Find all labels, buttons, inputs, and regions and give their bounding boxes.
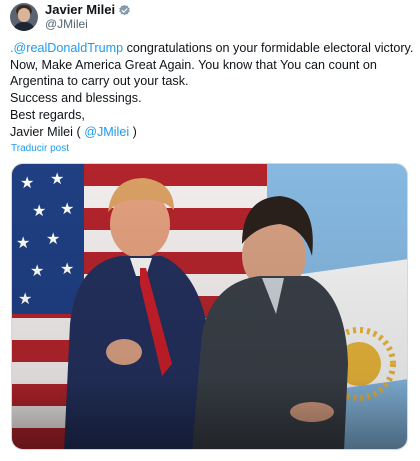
tweet-text: .@realDonaldTrump congratulations on you… [10, 40, 415, 140]
avatar[interactable] [10, 3, 38, 31]
author-handle[interactable]: @JMilei [45, 17, 131, 31]
author-display-name[interactable]: Javier Milei [45, 3, 115, 17]
tweet-line-1: congratulations on your formidable elect… [123, 41, 414, 55]
author-names: Javier Milei @JMilei [45, 3, 131, 31]
verified-badge-icon [118, 4, 131, 17]
tweet-card: Javier Milei @JMilei .@realDonaldTrump c… [0, 0, 420, 461]
tweet-line-5: Best regards, [10, 107, 85, 122]
photo-two-men-embracing-flags: ★ ★ ★ ★ ★ ★ ★ ★ ★ [12, 164, 407, 449]
signature-close: ) [129, 124, 137, 139]
tweet-media-photo[interactable]: ★ ★ ★ ★ ★ ★ ★ ★ ★ [11, 163, 408, 450]
tweet-line-4: Success and blessings. [10, 91, 142, 106]
tweet-header: Javier Milei @JMilei [10, 3, 131, 31]
tweet-line-2: Now, Make America Great Again. You know … [10, 57, 377, 72]
signature-name: Javier Milei ( [10, 124, 85, 139]
translate-post-link[interactable]: Traducir post [11, 143, 69, 154]
mention-link[interactable]: .@realDonaldTrump [10, 41, 123, 55]
signature-handle-link[interactable]: @JMilei [84, 125, 129, 139]
tweet-line-3: Argentina to carry out your task. [10, 74, 189, 89]
